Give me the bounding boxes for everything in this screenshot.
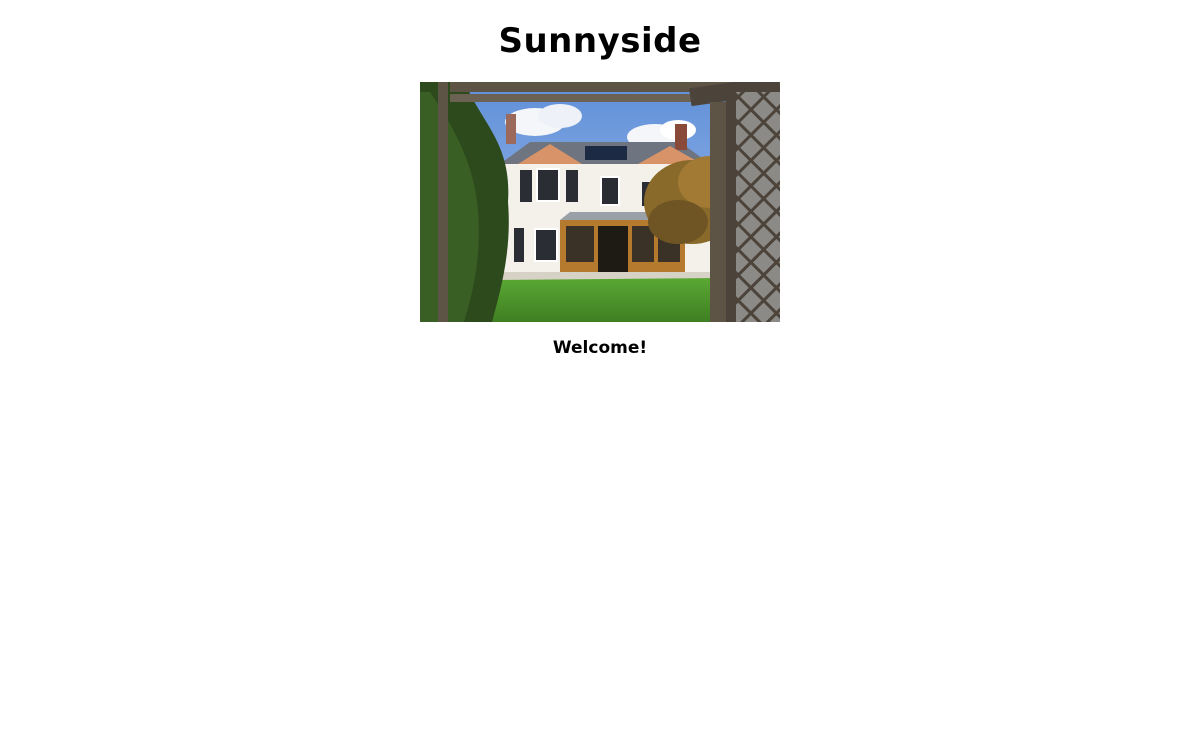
house-photo (420, 82, 780, 322)
welcome-heading: Welcome! (552, 338, 648, 358)
site-title: Sunnyside (498, 21, 702, 61)
page: Sunnyside Welcome! (0, 0, 1200, 740)
